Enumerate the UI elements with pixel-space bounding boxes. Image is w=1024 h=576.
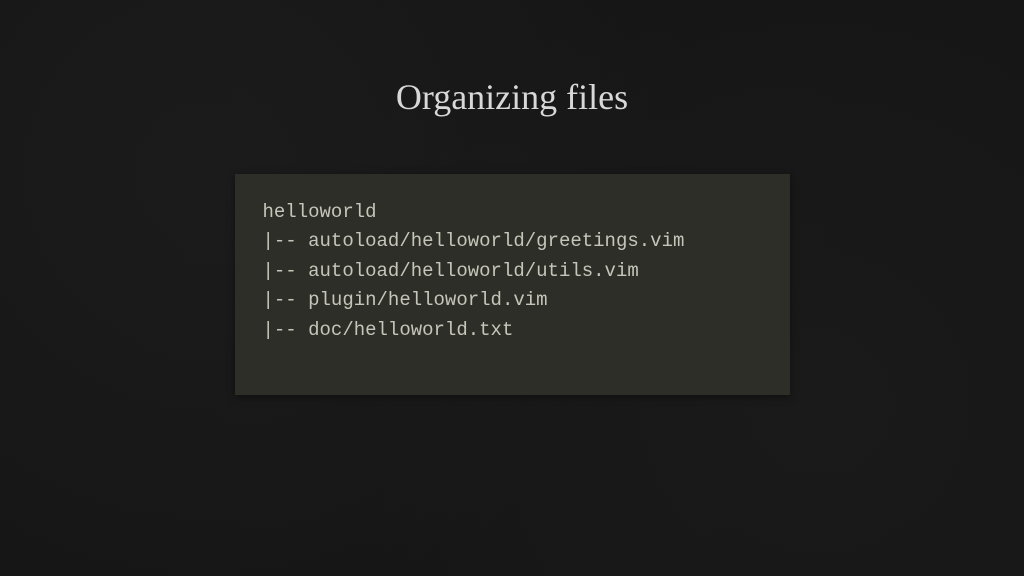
code-block: helloworld |-- autoload/helloworld/greet…: [235, 174, 790, 395]
code-line: |-- plugin/helloworld.vim: [263, 286, 762, 315]
code-line: |-- autoload/helloworld/utils.vim: [263, 257, 762, 286]
code-line: |-- autoload/helloworld/greetings.vim: [263, 227, 762, 256]
slide-title: Organizing files: [396, 76, 628, 118]
slide-container: Organizing files helloworld |-- autoload…: [0, 0, 1024, 576]
code-line: |-- doc/helloworld.txt: [263, 316, 762, 345]
code-line: helloworld: [263, 198, 762, 227]
